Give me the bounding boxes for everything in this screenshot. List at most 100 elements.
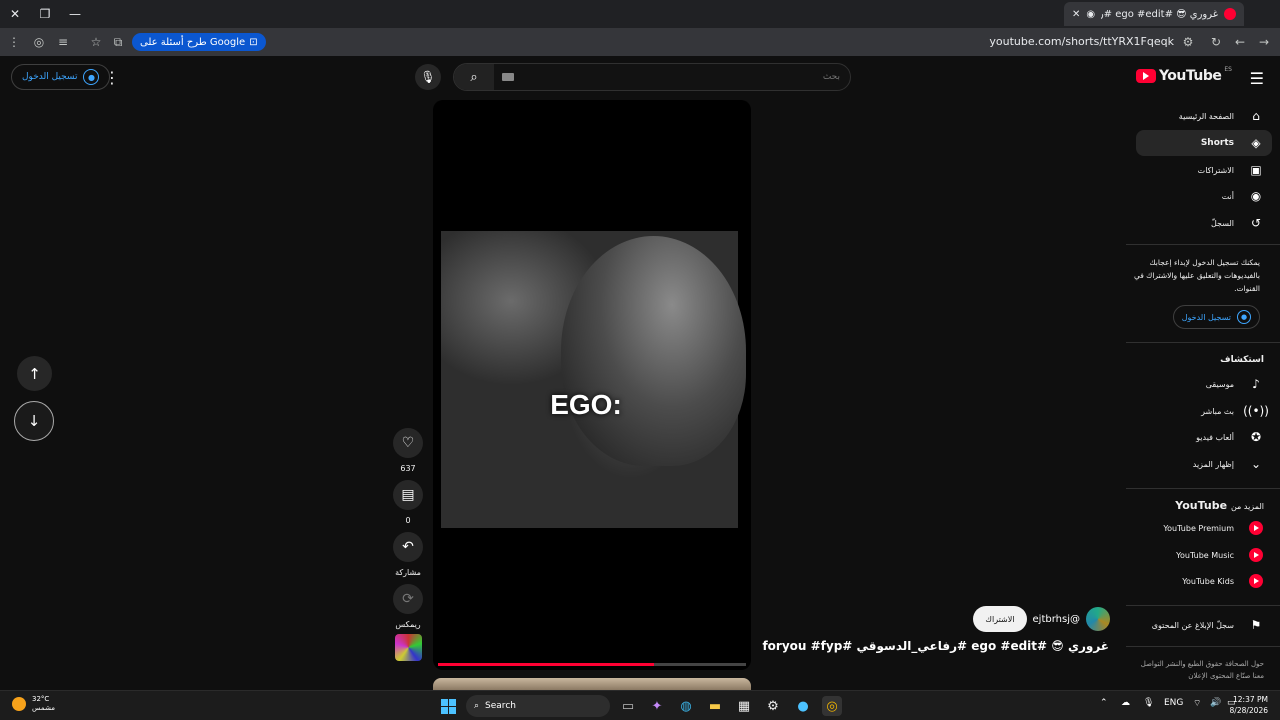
sidebar-item-label: ألعاب فيديو [1196,432,1234,442]
share-icon: ↶ [402,539,414,555]
previous-short-button[interactable]: ↑ [17,356,52,391]
footer-links[interactable]: حول الصحافة حقوق الطبع والنشر التواصل مع… [1134,658,1264,682]
share-button[interactable]: ↶ [393,532,423,562]
music-icon: ♪ [1252,377,1260,391]
taskbar-clock[interactable]: 12:37 PM 8/28/2026 [1230,694,1268,716]
settings-menu-icon[interactable]: ⋮ [104,68,120,87]
sidebar-item-youtube-premium[interactable]: YouTube Premium [1136,515,1272,541]
chrome-icon[interactable]: ◎ [822,696,842,716]
microphone-icon[interactable]: 🎙 [1143,698,1154,708]
windows-taskbar: 32°C مشمس ⌕ Search ▭ ✦ ◍ ▬ ▦ ⚙ ● ◎ ⌃ ☁ 🎙… [0,690,1280,720]
sun-icon [12,697,26,711]
weather-widget[interactable]: 32°C مشمس [12,695,55,713]
sidebar-divider [1126,244,1280,245]
sidebar-item-label: YouTube Premium [1163,523,1234,533]
next-short-preview[interactable] [433,678,751,690]
temperature: 32°C [32,695,50,703]
remix-icon: ⟳ [402,591,414,607]
sidebar-item-music[interactable]: موسيقى ♪ [1136,371,1272,397]
forward-icon[interactable]: ← [1230,32,1250,52]
hamburger-menu-icon[interactable]: ☰ [1250,69,1264,88]
header-signin-button[interactable]: تسجيل الدخول ● [11,64,111,90]
restore-window-icon[interactable]: ❐ [34,4,56,24]
comment-action: ▤ 0 [393,480,423,525]
browser-tab[interactable]: غروري 😎 #ego #edit #رفا... ◉ ✕ [1064,2,1244,26]
sidebar-item-youtube-music[interactable]: YouTube Music [1136,542,1272,568]
short-video-player[interactable]: EGO: [433,100,751,670]
reload-icon[interactable]: ↻ [1206,32,1226,52]
sidebar-item-report-history[interactable]: سجلّ الإبلاغ عن المحتوى ⚑ [1136,612,1272,638]
store-icon[interactable]: ▦ [734,696,754,716]
sidebar-item-subscriptions[interactable]: الاشتراكات ▣ [1136,157,1272,183]
file-explorer-icon[interactable]: ▬ [705,696,725,716]
taskbar-search[interactable]: ⌕ Search [466,695,610,717]
next-short-button[interactable]: ↓ [14,401,54,441]
app-icon[interactable]: ⚙ [763,696,783,716]
sidebar-item-gaming[interactable]: ألعاب فيديو ✪ [1136,424,1272,450]
copilot-icon[interactable]: ✦ [647,696,667,716]
short-title: غروري 😎 #ego #edit #رفاعي_الدسوقي #foryo… [762,639,1109,653]
youtube-logo[interactable]: YouTube ES [1135,66,1232,84]
sidebar-item-you[interactable]: أنت ◉ [1136,183,1272,209]
tab-audio-icon[interactable]: ◉ [1086,9,1095,20]
more-title-brand: YouTube [1175,499,1228,512]
network-app-icon[interactable]: ☁ [1121,698,1130,708]
keyboard-icon[interactable] [502,73,514,81]
subscribe-button[interactable]: الاشتراك [973,606,1027,632]
sidebar-item-label: سجلّ الإبلاغ عن المحتوى [1151,620,1234,630]
search-button[interactable]: ⌕ [454,64,494,90]
start-button[interactable] [438,696,458,716]
sidebar-item-label: YouTube Music [1176,550,1234,560]
close-window-icon[interactable]: ✕ [4,4,26,24]
address-bar-url[interactable]: youtube.com/shorts/ttYRX1Fqeqk [989,35,1174,48]
minimize-window-icon[interactable]: — [64,4,86,24]
task-view-icon[interactable]: ▭ [618,696,638,716]
language-indicator[interactable]: ENG [1164,698,1183,708]
voice-search-icon[interactable]: 🎙 [415,64,441,90]
sidebar-item-show-more[interactable]: إظهار المزيد ⌄ [1136,451,1272,477]
video-progress-bar[interactable] [438,663,746,666]
subscriptions-icon: ▣ [1250,163,1262,177]
windows-start-icon [440,698,456,714]
channel-handle[interactable]: @ejtbrhsj [1033,614,1080,625]
edge-icon[interactable]: ◍ [676,696,696,716]
sound-avatar[interactable] [395,634,422,661]
chevron-down-icon: ⌄ [1250,457,1262,471]
sidebar-item-shorts[interactable]: Shorts ◈ [1136,130,1272,156]
sidebar-item-home[interactable]: الصفحة الرئيسية ⌂ [1136,103,1272,129]
show-hidden-icons[interactable]: ⌃ [1100,698,1108,708]
remix-button[interactable]: ⟳ [393,584,423,614]
like-button[interactable]: ♡ [393,428,423,458]
search-input[interactable] [520,64,840,90]
channel-avatar[interactable] [1086,607,1110,631]
comment-count: 0 [405,516,411,525]
wifi-icon[interactable]: ⌔ [1193,698,1201,709]
arrow-up-icon: ↑ [28,364,41,383]
sidebar-item-live[interactable]: بث مباشر ((•)) [1136,398,1272,424]
site-settings-icon[interactable]: ⚙ [1178,32,1198,52]
lens-icon: ⊡ [249,36,258,48]
ask-google-chip[interactable]: طرح أسئلة على Google ⊡ [132,33,266,51]
sidebar-signin-button[interactable]: تسجيل الدخول ● [1172,305,1260,329]
browser-app-icon[interactable]: ● [793,696,813,716]
cast-icon[interactable]: ⧉ [108,32,128,52]
bookmark-star-icon[interactable]: ☆ [86,32,106,52]
back-icon[interactable]: → [1254,32,1274,52]
sidebar-item-label: YouTube Kids [1182,576,1234,586]
share-action: ↶ مشاركة [393,532,423,577]
sidebar-divider [1126,605,1280,606]
comment-button[interactable]: ▤ [393,480,423,510]
sidebar-item-youtube-kids[interactable]: YouTube Kids [1136,568,1272,594]
tab-close-icon[interactable]: ✕ [1072,9,1080,20]
clock-date: 8/28/2026 [1229,706,1268,715]
profile-icon[interactable]: ◎ [29,32,49,52]
browser-menu-icon[interactable]: ⋮ [4,32,24,52]
video-portrait [561,236,746,466]
reading-mode-icon[interactable]: ≡ [53,32,73,52]
browser-toolbar: ⋮ ◎ ≡ ☆ ⧉ طرح أسئلة على Google ⊡ youtube… [0,28,1280,56]
youtube-favicon-icon [1224,8,1236,20]
volume-icon[interactable]: 🔊 [1210,698,1221,708]
sidebar-item-label: موسيقى [1205,379,1234,389]
sidebar-item-history[interactable]: السجلّ ↺ [1136,210,1272,236]
search-icon: ⌕ [470,69,478,85]
